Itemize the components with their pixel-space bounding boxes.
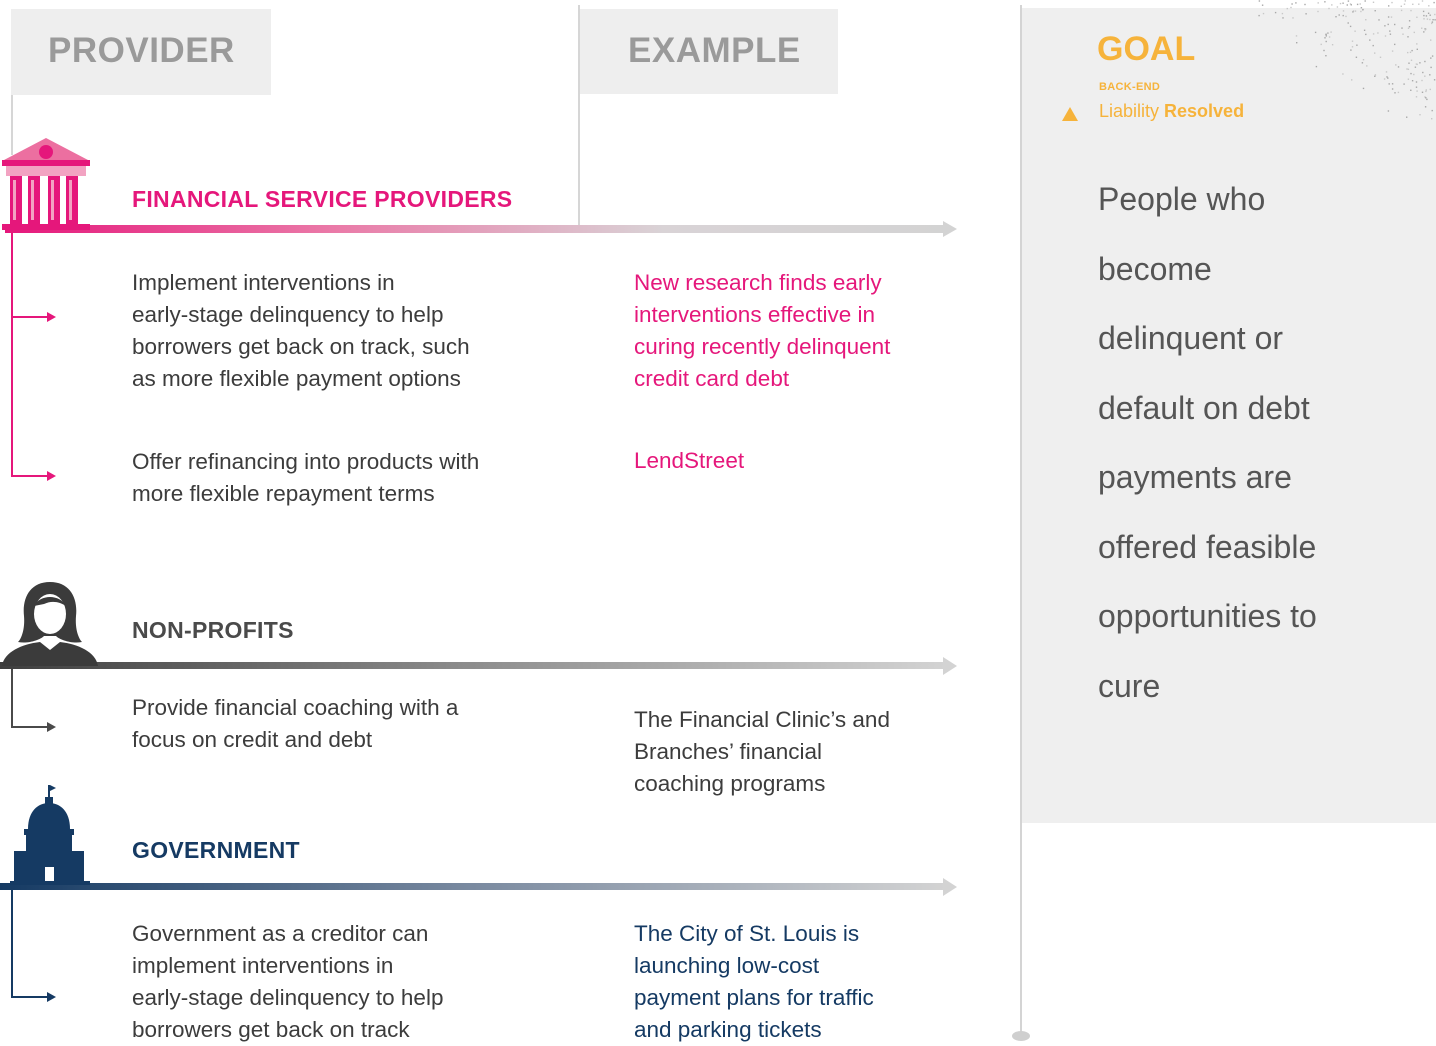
- goal-timeline-line: [1020, 5, 1022, 1033]
- goal-line: offered feasible: [1098, 528, 1317, 565]
- person-icon: [2, 582, 98, 666]
- goal-liability-prefix: Liability: [1099, 101, 1165, 121]
- text-line: and parking tickets: [634, 1017, 822, 1042]
- text-line: The Financial Clinic’s and: [634, 707, 890, 732]
- fsp-action-1: Implement interventions in early-stage d…: [132, 267, 470, 395]
- goal-timeline-end-dot: [1012, 1031, 1030, 1041]
- goal-line: payments are: [1098, 459, 1292, 495]
- capitol-icon: [10, 785, 90, 885]
- text-line: Implement interventions in: [132, 270, 395, 295]
- connector-graphics: [0, 221, 957, 1002]
- text-line: launching low-cost: [634, 953, 820, 978]
- text-line: coaching programs: [634, 771, 826, 796]
- fsp-bracket: [11, 233, 50, 477]
- text-line: The City of St. Louis is: [634, 921, 860, 946]
- text-line: borrowers get back on track: [132, 1017, 410, 1042]
- goal-line: become: [1098, 250, 1212, 287]
- section-title-non-profits: NON-PROFITS: [132, 617, 294, 643]
- fsp-arrow-head: [943, 221, 957, 237]
- goal-line: opportunities to: [1098, 598, 1317, 634]
- text-line: focus on credit and debt: [132, 727, 373, 752]
- text-line: Provide financial coaching with a: [132, 695, 459, 720]
- goal-line: People who: [1098, 181, 1266, 217]
- np-action-1: Provide financial coaching with a focus …: [132, 692, 458, 756]
- fsp-arrow-shaft: [5, 225, 945, 233]
- goal-title: GOAL: [1097, 30, 1196, 68]
- goal-liability-status: Resolved: [1164, 101, 1245, 121]
- gov-arrow-shaft: [0, 883, 945, 890]
- text-line: Offer refinancing into products with: [132, 449, 480, 474]
- np-pointer: [47, 722, 56, 732]
- goal-line: default on debt: [1098, 389, 1310, 426]
- text-line: interventions effective in: [634, 302, 875, 327]
- fsp-example-2: LendStreet: [634, 445, 744, 477]
- speckle-decoration: [1258, 0, 1436, 120]
- gov-pointer: [47, 992, 56, 1002]
- section-title-financial-service-providers: FINANCIAL SERVICE PROVIDERS: [132, 186, 513, 212]
- fsp-example-1: New research finds early interventions e…: [634, 267, 890, 395]
- goal-liability: Liability Resolved: [1099, 101, 1244, 122]
- bank-icon: [2, 138, 90, 230]
- text-line: LendStreet: [634, 448, 745, 473]
- text-line: Government as a creditor can: [132, 921, 429, 946]
- text-line: borrowers get back on track, such: [132, 334, 470, 359]
- np-bracket: [11, 669, 50, 728]
- np-arrow-head: [943, 657, 957, 675]
- gov-action-1: Government as a creditor can implement i…: [132, 918, 443, 1046]
- fsp-pointer-2: [47, 471, 56, 481]
- text-line: implement interventions in: [132, 953, 394, 978]
- text-line: as more flexible payment options: [132, 366, 461, 391]
- text-line: more flexible repayment terms: [132, 481, 435, 506]
- fsp-action-2: Offer refinancing into products with mor…: [132, 446, 479, 510]
- text-line: New research finds early: [634, 270, 882, 295]
- text-line: payment plans for traffic: [634, 985, 874, 1010]
- section-title-government: GOVERNMENT: [132, 837, 300, 863]
- goal-subtitle: BACK-END: [1099, 81, 1161, 93]
- gov-example-1: The City of St. Louis is launching low-c…: [634, 918, 874, 1046]
- goal-description: People who become delinquent or default …: [1098, 165, 1317, 721]
- goal-line: delinquent or: [1098, 320, 1284, 356]
- np-arrow-shaft: [0, 662, 945, 669]
- np-example-1: The Financial Clinic’s and Branches’ fin…: [634, 704, 890, 800]
- text-line: early-stage delinquency to help: [132, 302, 444, 327]
- goal-line: cure: [1098, 667, 1161, 704]
- gov-arrow-head: [943, 878, 957, 896]
- text-line: Branches’ financial: [634, 739, 823, 764]
- gov-bracket: [11, 890, 50, 998]
- text-line: credit card debt: [634, 366, 790, 391]
- fsp-pointer-1: [47, 312, 56, 322]
- text-line: early-stage delinquency to help: [132, 985, 444, 1010]
- triangle-up-icon: [1062, 107, 1078, 121]
- text-line: curing recently delinquent: [634, 334, 891, 359]
